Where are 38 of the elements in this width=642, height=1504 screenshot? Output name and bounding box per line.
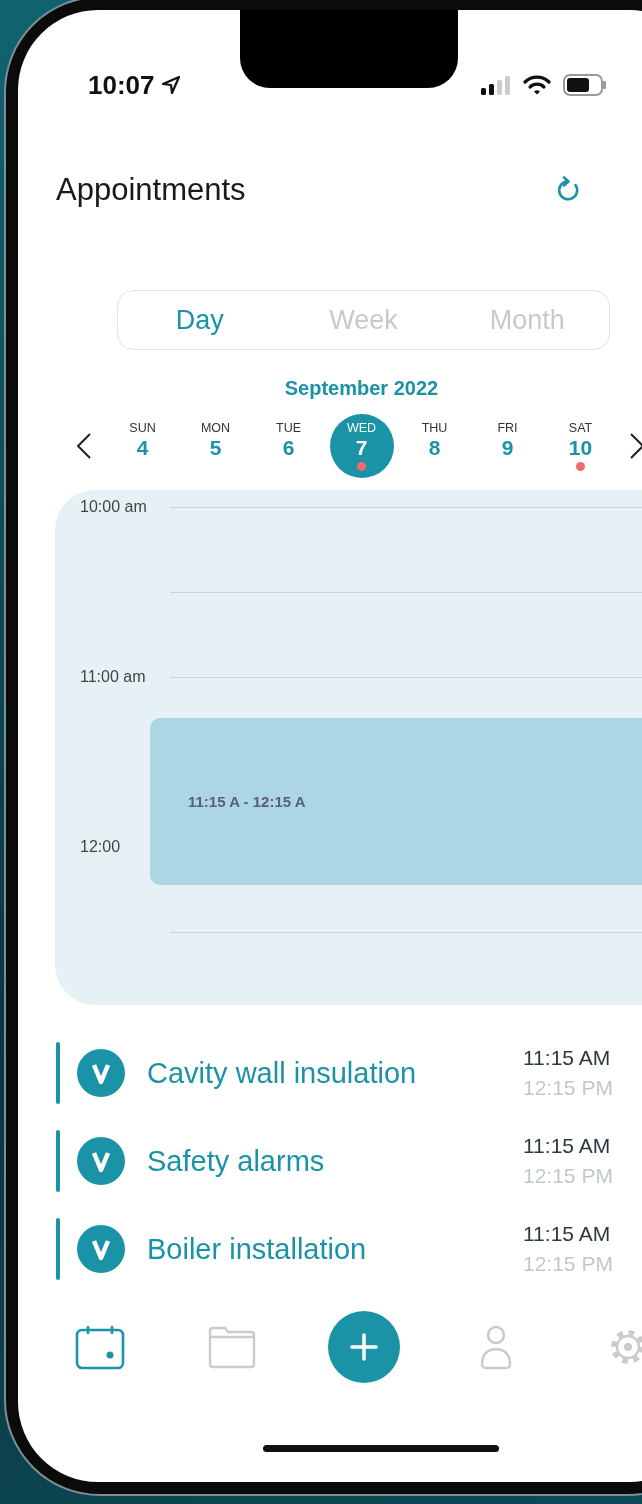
plus-icon [349, 1332, 379, 1362]
end-time: 12:15 PM [523, 1163, 613, 1189]
view-tab[interactable]: Day [118, 291, 282, 349]
end-time: 12:15 PM [523, 1075, 613, 1101]
v-logo-icon [77, 1049, 125, 1097]
hour-label: 10:00 am [79, 498, 148, 516]
appointment-title[interactable]: Boiler installation [147, 1232, 523, 1266]
accent-bar [56, 1130, 60, 1192]
accent-bar [56, 1218, 60, 1280]
day-cell[interactable]: SUN 4 [110, 414, 175, 478]
day-cell[interactable]: SAT 10 [548, 414, 613, 478]
day-cell[interactable]: TUE 6 [256, 414, 321, 478]
page-title: Appointments [56, 172, 247, 208]
battery-icon [563, 74, 607, 96]
day-cell[interactable]: MON 5 [183, 414, 248, 478]
start-time: 11:15 AM [523, 1133, 612, 1159]
day-cell[interactable]: WED 7 [329, 414, 394, 478]
appointment-title[interactable]: Cavity wall insulation [147, 1056, 523, 1090]
day-cell[interactable]: FRI 9 [475, 414, 540, 478]
month-label: September 2022 [283, 376, 440, 400]
status-time: 10:07 [88, 69, 155, 101]
start-time: 11:15 AM [523, 1045, 612, 1071]
start-time: 11:15 AM [523, 1221, 612, 1247]
signal-icon [481, 75, 511, 95]
accent-bar [56, 1042, 60, 1104]
location-arrow-icon [160, 75, 181, 95]
chevron-left-icon[interactable] [76, 432, 92, 460]
appointment-title[interactable]: Safety alarms [147, 1144, 523, 1178]
hour-label: 12:00 [79, 838, 122, 856]
chevron-right-icon[interactable] [629, 432, 642, 460]
event-block[interactable]: 11:15 A - 12:15 A [150, 718, 642, 885]
calendar-icon[interactable] [75, 1324, 125, 1370]
wifi-icon [523, 75, 551, 95]
end-time: 12:15 PM [523, 1251, 613, 1277]
day-cell[interactable]: THU 8 [402, 414, 467, 478]
v-logo-icon [77, 1225, 125, 1273]
v-logo-icon [77, 1137, 125, 1185]
hour-label: 11:00 am [79, 668, 147, 686]
